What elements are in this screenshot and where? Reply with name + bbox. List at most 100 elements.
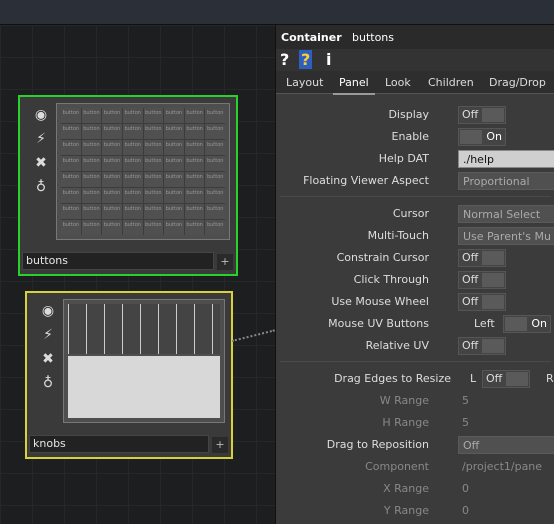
w-range-value[interactable]: 5 [458, 392, 469, 410]
h-range-value[interactable]: 5 [458, 414, 469, 432]
button-cell: button [205, 188, 225, 203]
param-cursor: Cursor Normal Select [276, 204, 554, 224]
help-icon[interactable]: ? [280, 50, 289, 69]
lock-icon[interactable]: ♁ [37, 371, 59, 395]
button-cell: button [81, 188, 102, 203]
button-cell: button [143, 156, 164, 171]
button-cell: button [102, 204, 122, 219]
button-cell: button [164, 124, 184, 139]
viewer-icon[interactable]: ◉ [30, 103, 52, 127]
button-cell: button [81, 140, 102, 155]
button-cell: button [122, 156, 143, 171]
floating-viewer-menu[interactable]: Proportional [458, 172, 554, 190]
param-label: Y Range [383, 504, 429, 517]
bypass-x-icon[interactable]: ✖ [37, 347, 59, 371]
plus-icon[interactable]: + [217, 254, 233, 270]
constrain-cursor-toggle[interactable]: Off [458, 249, 506, 267]
connection-wire [231, 329, 275, 342]
drag-edges-toggle[interactable]: Off [482, 370, 530, 388]
wire-icon[interactable]: ⚡ [37, 323, 59, 347]
button-cell: button [143, 188, 164, 203]
button-cell: button [205, 108, 225, 123]
button-cell: button [184, 220, 205, 235]
python-help-icon[interactable]: ? [299, 50, 313, 69]
help-dat-field[interactable]: ./help [458, 150, 554, 168]
tab-drag-drop[interactable]: Drag/Drop [489, 76, 546, 89]
param-component: Component /project1/pane [276, 457, 554, 477]
relative-uv-toggle[interactable]: Off [458, 337, 506, 355]
wire-icon[interactable]: ⚡ [30, 127, 52, 151]
button-cell: button [61, 220, 81, 235]
button-cell: button [164, 172, 184, 187]
param-label: Drag Edges to Resize [334, 372, 451, 385]
node-viewer: button button button button button button butt… [56, 103, 230, 240]
cursor-menu[interactable]: Normal Select [458, 205, 554, 223]
button-cell: button [102, 108, 122, 123]
button-cell: button [122, 108, 143, 123]
tab-children[interactable]: Children [428, 76, 474, 89]
button-cell: button [81, 172, 102, 187]
network-editor[interactable]: ◉ ⚡ ✖ ♁ button button button button button bu… [0, 25, 275, 524]
click-through-toggle[interactable]: Off [458, 271, 506, 289]
button-cell: button [184, 172, 205, 187]
node-viewer [63, 299, 225, 423]
button-cell: button [61, 204, 81, 219]
knob-area-preview [68, 356, 220, 418]
button-cell: button [205, 204, 225, 219]
param-label: Relative UV [365, 339, 429, 352]
node-toolbar: ◉ ⚡ ✖ ♁ [30, 103, 52, 199]
drag-reposition-menu[interactable]: Off [458, 436, 554, 454]
left-button-label: Left [474, 317, 495, 330]
tab-look[interactable]: Look [385, 76, 411, 89]
node-knobs[interactable]: ◉ ⚡ ✖ ♁ knobs + [25, 291, 233, 459]
button-cell: button [61, 172, 81, 187]
button-cell: button [205, 220, 225, 235]
plus-icon[interactable]: + [212, 437, 228, 453]
component-value[interactable]: /project1/pane [458, 458, 554, 476]
multi-touch-menu[interactable]: Use Parent's Mu [458, 227, 554, 245]
display-toggle[interactable]: Off [458, 106, 506, 124]
divider [280, 361, 551, 362]
l-label: L [470, 372, 477, 385]
y-range-value[interactable]: 0 [458, 502, 469, 520]
param-label: Help DAT [378, 152, 429, 165]
param-display: Display Off [276, 105, 554, 125]
param-drag-edges: Drag Edges to Resize L Off R [276, 369, 554, 389]
node-name[interactable]: knobs [29, 435, 209, 453]
param-drag-reposition: Drag to Reposition Off [276, 435, 554, 455]
button-cell: button [164, 140, 184, 155]
node-name[interactable]: buttons [22, 252, 214, 270]
button-cell: button [81, 204, 102, 219]
param-help-dat: Help DAT ./help [276, 149, 554, 169]
button-cell: button [143, 124, 164, 139]
param-enable: Enable On [276, 127, 554, 147]
node-buttons[interactable]: ◉ ⚡ ✖ ♁ button button button button button bu… [18, 95, 238, 276]
info-icon[interactable]: i [326, 50, 331, 69]
param-label: Multi-Touch [367, 229, 429, 242]
x-range-value[interactable]: 0 [458, 480, 469, 498]
r-label: R [546, 372, 554, 385]
mouse-wheel-toggle[interactable]: Off [458, 293, 506, 311]
enable-toggle[interactable]: On [458, 128, 506, 146]
tab-layout[interactable]: Layout [286, 76, 323, 89]
button-cell: button [61, 188, 81, 203]
button-cell: button [184, 108, 205, 123]
op-name[interactable]: buttons [352, 31, 394, 44]
viewer-icon[interactable]: ◉ [37, 299, 59, 323]
param-label: Click Through [353, 273, 429, 286]
mouse-uv-toggle[interactable]: On [503, 315, 551, 333]
button-cell: button [122, 140, 143, 155]
title-bar [0, 0, 554, 25]
param-label: Constrain Cursor [336, 251, 429, 264]
param-label: Display [388, 108, 429, 121]
op-type: Container [281, 31, 342, 44]
button-cell: button [184, 140, 205, 155]
tab-panel[interactable]: Panel [333, 76, 375, 95]
divider [280, 196, 551, 197]
button-cell: button [143, 204, 164, 219]
bypass-x-icon[interactable]: ✖ [30, 151, 52, 175]
button-cell: button [61, 108, 81, 123]
param-constrain-cursor: Constrain Cursor Off [276, 248, 554, 268]
button-cell: button [102, 156, 122, 171]
lock-icon[interactable]: ♁ [30, 175, 52, 199]
